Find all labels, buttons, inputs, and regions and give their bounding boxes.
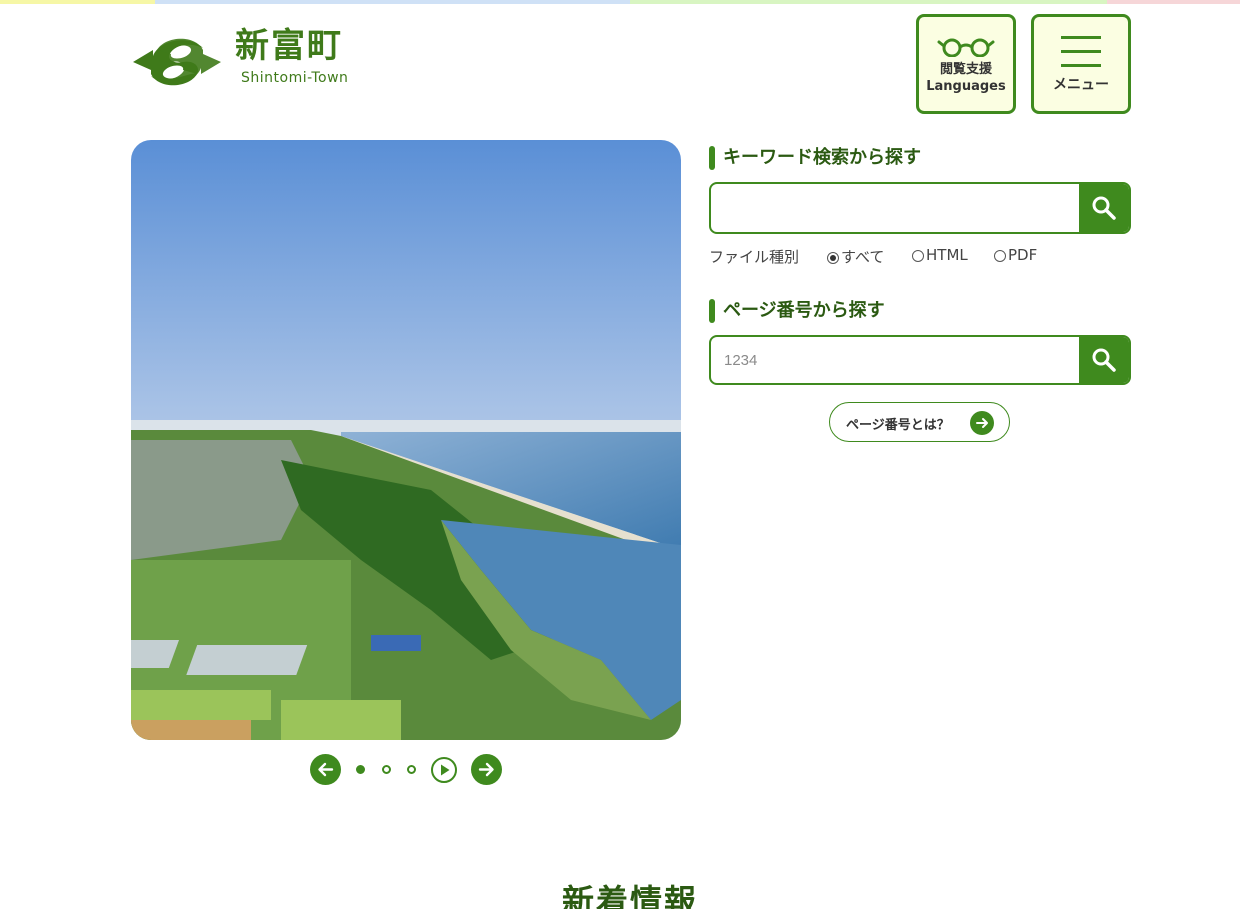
- page-number-search-button[interactable]: [1079, 337, 1129, 383]
- arrow-right-icon: [970, 411, 994, 435]
- arrow-right-icon: [478, 762, 494, 777]
- hamburger-icon: [1061, 36, 1101, 67]
- radio-empty-icon: [994, 250, 1006, 262]
- file-type-label: ファイル種別: [709, 248, 800, 266]
- slider-controls: [310, 754, 502, 786]
- strip-blue: [155, 0, 630, 4]
- accessibility-label: 閲覧支援: [939, 62, 992, 77]
- slider-next-button[interactable]: [471, 754, 502, 785]
- strip-yellow: [0, 0, 155, 4]
- slider-play-button[interactable]: [431, 757, 457, 783]
- keyword-search-box: [709, 182, 1131, 234]
- hero-slideshow[interactable]: [131, 140, 681, 740]
- file-type-pdf-label: PDF: [1008, 246, 1038, 264]
- page-number-search-title: ページ番号から探す: [709, 299, 885, 323]
- slider-dot-2[interactable]: [382, 765, 391, 774]
- glasses-icon: [937, 38, 995, 58]
- site-logo[interactable]: 新富町 Shintomi-Town: [131, 26, 361, 94]
- languages-label: Languages: [926, 79, 1006, 94]
- accessibility-languages-button[interactable]: 閲覧支援 Languages: [916, 14, 1016, 114]
- strip-green: [630, 0, 1107, 4]
- slider-dot-3[interactable]: [407, 765, 416, 774]
- aerial-coastline-photo: [131, 140, 681, 740]
- menu-button[interactable]: メニュー: [1031, 14, 1131, 114]
- arrow-left-icon: [318, 762, 334, 777]
- news-title-text: 新着情報: [561, 882, 698, 909]
- slider-prev-button[interactable]: [310, 754, 341, 785]
- radio-empty-icon: [912, 250, 924, 262]
- file-type-all-label: すべて: [841, 248, 885, 266]
- logo-title: 新富町: [235, 26, 343, 66]
- top-color-strip: [0, 0, 1240, 4]
- news-section-title: 新着情報: [0, 876, 1240, 909]
- strip-pink: [1107, 0, 1240, 4]
- search-icon: [1092, 196, 1116, 220]
- file-type-all-radio[interactable]: すべて: [827, 246, 884, 267]
- town-emblem-icon: [133, 38, 221, 86]
- keyword-search-title: キーワード検索から探す: [709, 146, 921, 170]
- file-type-pdf-radio[interactable]: PDF: [994, 246, 1037, 264]
- page-number-help-label: ページ番号とは？: [846, 418, 950, 433]
- page-number-input[interactable]: [711, 337, 1081, 383]
- search-icon: [1092, 348, 1116, 372]
- radio-selected-icon: [827, 252, 839, 264]
- logo-subtitle: Shintomi-Town: [241, 70, 349, 86]
- keyword-search-button[interactable]: [1079, 184, 1129, 232]
- slider-dot-1[interactable]: [356, 765, 365, 774]
- page-number-help-link[interactable]: ページ番号とは？: [829, 402, 1010, 442]
- play-icon: [441, 764, 450, 776]
- menu-label: メニュー: [1053, 77, 1109, 93]
- file-type-html-label: HTML: [926, 246, 968, 264]
- file-type-html-radio[interactable]: HTML: [912, 246, 968, 264]
- keyword-search-input[interactable]: [711, 184, 1081, 232]
- page-number-search-box: [709, 335, 1131, 385]
